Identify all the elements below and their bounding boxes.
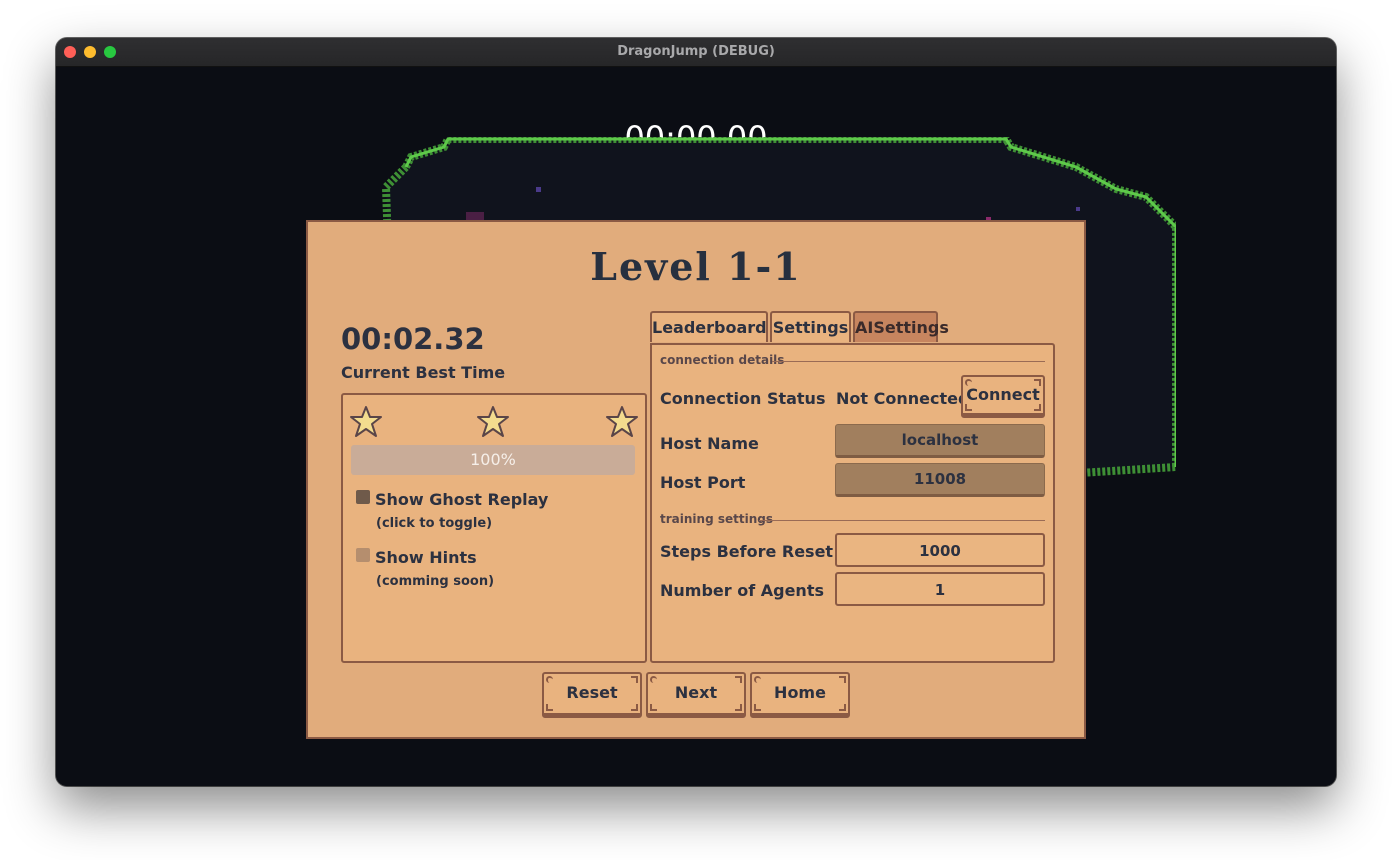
best-time-value: 00:02.32 — [341, 322, 485, 356]
level-title: Level 1-1 — [590, 244, 802, 289]
ghost-replay-checkbox[interactable] — [356, 490, 370, 504]
section-divider — [759, 520, 1045, 521]
title-bar[interactable]: DragonJump (DEBUG) — [56, 38, 1336, 67]
number-of-agents-label: Number of Agents — [660, 581, 824, 600]
home-button-label: Home — [774, 683, 826, 702]
hints-checkbox[interactable] — [356, 548, 370, 562]
host-name-label: Host Name — [660, 434, 759, 453]
training-section-label: training settings — [660, 512, 773, 526]
game-viewport: 00:00.00 Level 1-1 00:02.32 Current Best… — [56, 67, 1336, 786]
connection-status-label: Connection Status — [660, 389, 826, 408]
hints-hint: (comming soon) — [376, 574, 495, 589]
ghost-replay-label[interactable]: Show Ghost Replay — [375, 490, 548, 509]
reset-button-label: Reset — [566, 683, 618, 702]
steps-before-reset-field[interactable]: 1000 — [835, 533, 1045, 567]
tab-ai-settings[interactable]: AISettings — [853, 311, 949, 342]
level-complete-panel: Level 1-1 00:02.32 Current Best Time 100… — [306, 220, 1086, 739]
next-button-label: Next — [674, 683, 718, 702]
section-divider — [772, 361, 1045, 362]
progress-bar: 100% — [351, 445, 635, 475]
tab-leaderboard[interactable]: Leaderboard — [650, 311, 768, 342]
ai-settings-box: connection details Connection Status Not… — [650, 343, 1055, 663]
stats-box: 100% Show Ghost Replay (click to toggle)… — [341, 393, 647, 663]
home-button[interactable]: Home — [750, 672, 850, 718]
app-window: DragonJump (DEBUG) 00:00.00 Level 1-1 00… — [56, 38, 1336, 786]
next-button[interactable]: Next — [646, 672, 746, 718]
best-time-label: Current Best Time — [341, 363, 506, 382]
tab-settings[interactable]: Settings — [770, 311, 851, 342]
star-icon — [606, 406, 638, 437]
star-icon — [350, 406, 382, 437]
connect-button[interactable]: Connect — [961, 375, 1045, 418]
connect-button-label: Connect — [966, 385, 1040, 404]
window-title: DragonJump (DEBUG) — [617, 44, 775, 59]
star-icon — [477, 406, 509, 437]
connection-status-value: Not Connected — [836, 389, 970, 408]
ghost-replay-hint: (click to toggle) — [376, 516, 493, 531]
host-port-field[interactable]: 11008 — [835, 463, 1045, 497]
reset-button[interactable]: Reset — [542, 672, 642, 718]
steps-before-reset-label: Steps Before Reset — [660, 542, 834, 561]
host-name-field[interactable]: localhost — [835, 424, 1045, 458]
host-port-label: Host Port — [660, 473, 746, 492]
connection-section-label: connection details — [660, 353, 785, 367]
number-of-agents-field[interactable]: 1 — [835, 572, 1045, 606]
hints-label[interactable]: Show Hints — [375, 548, 477, 567]
